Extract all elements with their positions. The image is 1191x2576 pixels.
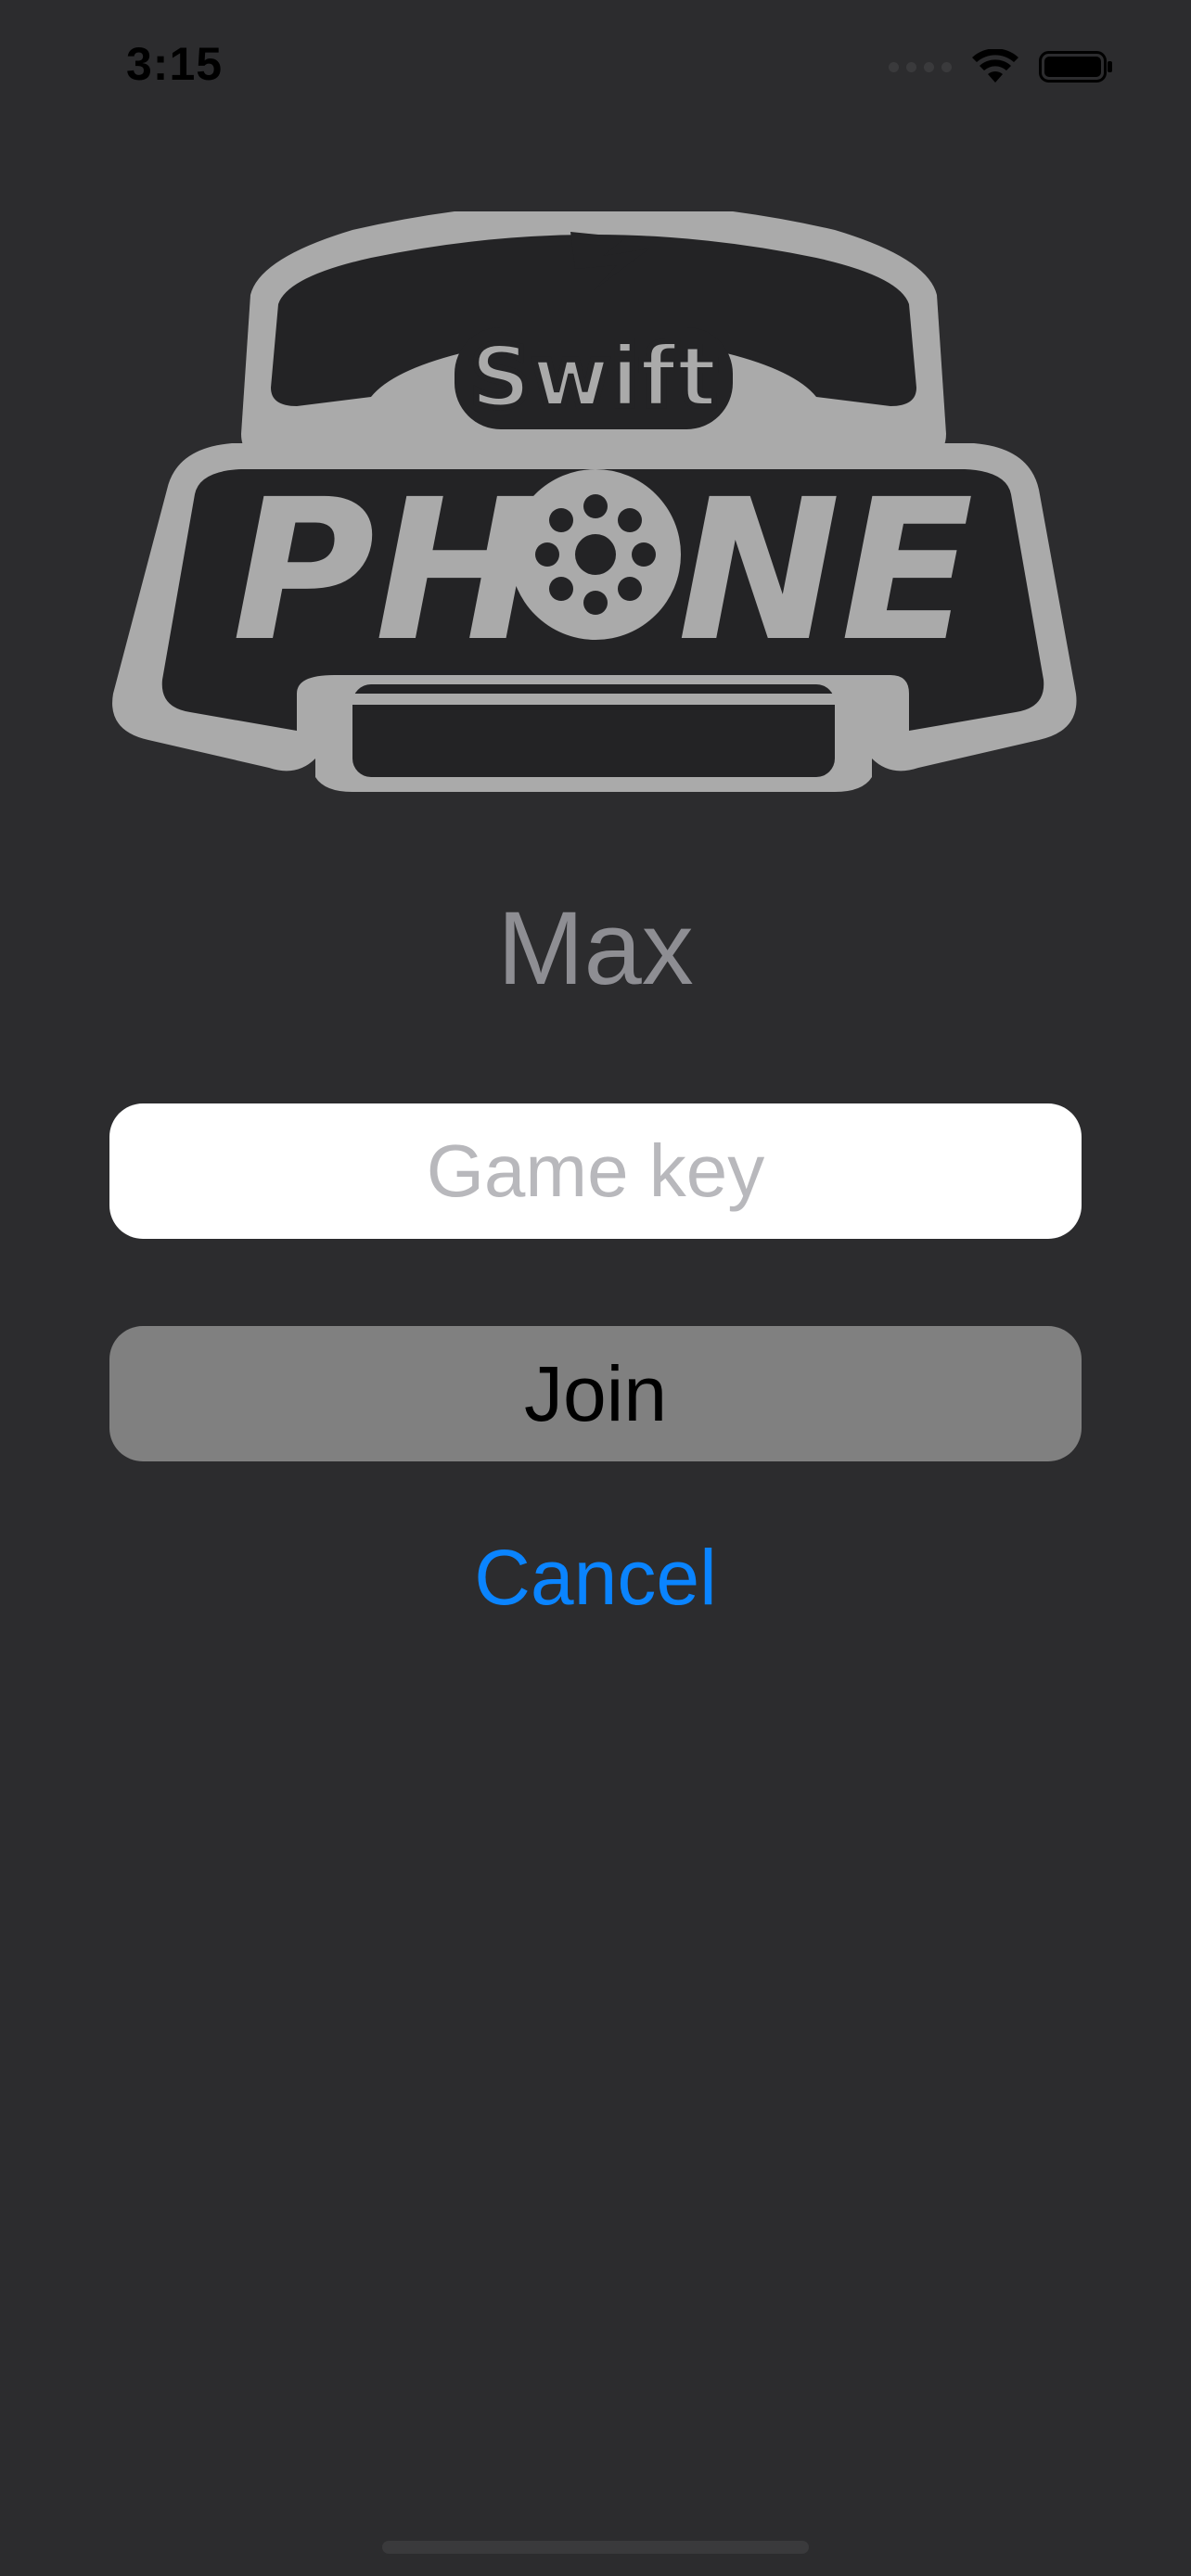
player-name: Max — [497, 890, 694, 1006]
status-time: 3:15 — [126, 38, 224, 90]
status-icons — [889, 43, 1113, 91]
game-key-input[interactable] — [109, 1103, 1082, 1239]
logo-ne-text: NE — [677, 457, 973, 684]
home-indicator[interactable] — [382, 2541, 809, 2554]
logo-ph-text: PH — [232, 457, 538, 684]
wifi-icon — [972, 49, 1018, 83]
join-game-screen: 3:15 Swift PH NE Max Game key Join Cance… — [0, 0, 1191, 2576]
join-button[interactable]: Join — [109, 1326, 1082, 1461]
battery-icon — [1039, 51, 1112, 83]
cellular-signal-icon — [889, 61, 952, 72]
cancel-button[interactable]: Cancel — [0, 1521, 1191, 1632]
swift-phone-logo: Swift PH NE — [112, 211, 1077, 792]
logo-swift-text: Swift — [470, 327, 718, 427]
